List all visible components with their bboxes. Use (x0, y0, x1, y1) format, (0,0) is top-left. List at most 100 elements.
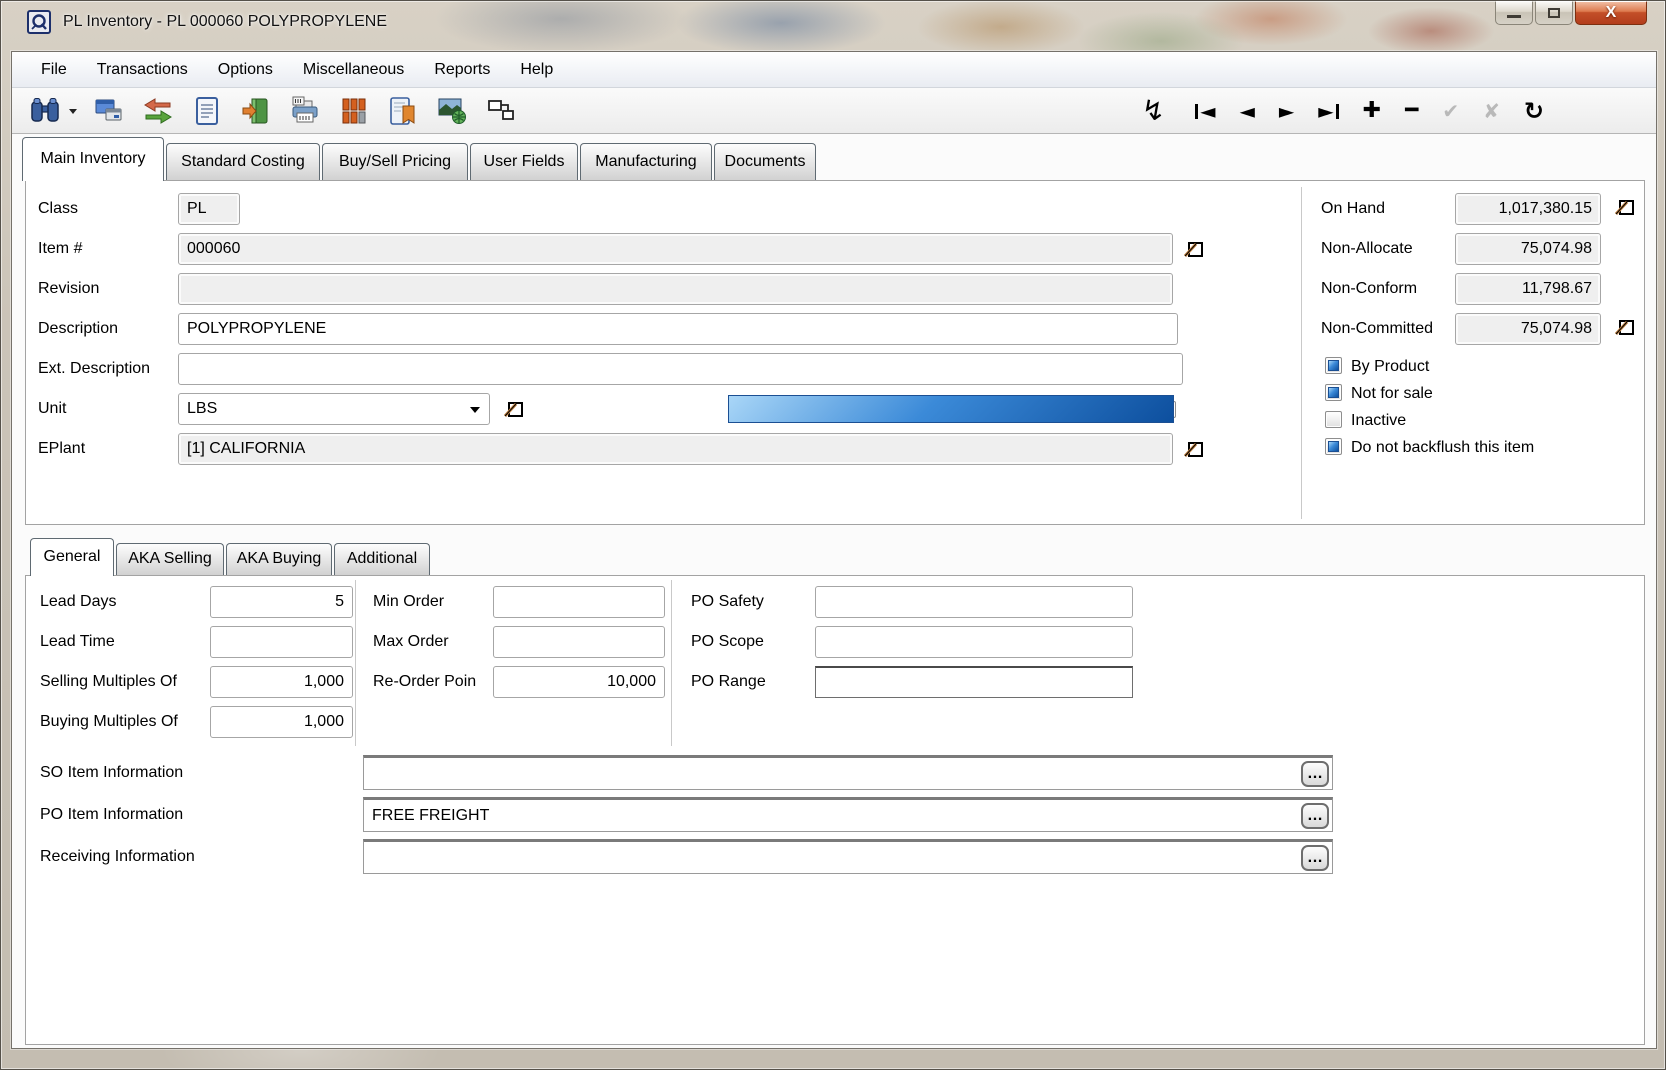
menu-transactions[interactable]: Transactions (82, 52, 203, 87)
insert-record-button[interactable]: ✚ (1363, 100, 1381, 122)
tab-manufacturing[interactable]: Manufacturing (580, 143, 712, 181)
web-image-icon[interactable] (435, 94, 469, 128)
eplant-field[interactable]: [1] CALIFORNIA (178, 433, 1173, 465)
nav-next-button[interactable]: ► (1279, 101, 1294, 121)
inactive-checkbox[interactable] (1325, 411, 1342, 428)
unit-label: Unit (38, 393, 66, 425)
main-inventory-panel: Class PL Item # 000060 Revision Descript… (25, 180, 1645, 525)
forms-window-icon[interactable] (92, 94, 126, 128)
not-for-sale-checkbox[interactable] (1325, 384, 1342, 401)
po-item-info-ellipsis-button[interactable]: … (1301, 803, 1329, 829)
nav-first-button[interactable]: ◄ (1195, 101, 1215, 121)
buying-multiples-label: Buying Multiples Of (40, 706, 178, 738)
class-field[interactable]: PL (178, 193, 240, 225)
not-for-sale-label: Not for sale (1351, 384, 1433, 403)
menu-options[interactable]: Options (203, 52, 288, 87)
eplant-note-icon[interactable] (1183, 437, 1205, 459)
tab-documents[interactable]: Documents (714, 143, 816, 181)
po-safety-field[interactable] (815, 586, 1133, 618)
post-edit-button[interactable]: ✔ (1442, 101, 1459, 121)
class-label: Class (38, 193, 78, 225)
po-item-info-field[interactable]: FREE FREIGHT … (363, 797, 1333, 832)
toolbar-nav-group: ↯ ◄ ◄ ► ► ✚ ━ ✔ ✘ ↻ (1142, 88, 1544, 134)
unit-note-icon[interactable] (503, 397, 525, 419)
goto-book-icon[interactable] (239, 94, 273, 128)
do-not-backflush-checkbox[interactable] (1325, 438, 1342, 455)
tab-main-inventory[interactable]: Main Inventory (22, 137, 164, 181)
search-dropdown-arrow[interactable] (69, 109, 77, 114)
lead-days-field[interactable]: 5 (210, 586, 353, 618)
so-item-info-label: SO Item Information (40, 755, 183, 787)
print-labels-icon[interactable] (288, 94, 322, 128)
search-binoculars-icon[interactable] (28, 94, 62, 128)
unit-value: LBS (187, 400, 217, 417)
description-field[interactable]: POLYPROPYLENE (178, 313, 1178, 345)
nav-prev-button[interactable]: ◄ (1240, 101, 1255, 121)
receiving-info-field[interactable]: … (363, 839, 1333, 874)
app-logo-icon (27, 10, 51, 34)
uom-mrp-group: Use This UOM for MRP (726, 393, 1176, 425)
tab-user-fields[interactable]: User Fields (470, 143, 578, 181)
non-committed-label: Non-Committed (1321, 313, 1433, 345)
app-window: PL Inventory - PL 000060 POLYPROPYLENE X… (0, 0, 1666, 1070)
restore-button[interactable] (1535, 1, 1573, 25)
item-note-icon[interactable] (1183, 237, 1205, 259)
lead-time-field[interactable] (210, 626, 353, 658)
window-controls: X (1493, 1, 1647, 25)
po-scope-field[interactable] (815, 626, 1133, 658)
selling-multiples-field[interactable]: 1,000 (210, 666, 353, 698)
so-item-info-ellipsis-button[interactable]: … (1301, 761, 1329, 787)
delete-record-button[interactable]: ━ (1405, 100, 1418, 122)
unit-combo[interactable]: LBS (178, 393, 490, 425)
menubar: File Transactions Options Miscellaneous … (12, 52, 1656, 88)
tab-buy-sell-pricing[interactable]: Buy/Sell Pricing (322, 143, 468, 181)
color-grid-icon[interactable] (337, 94, 371, 128)
by-product-checkbox[interactable] (1325, 357, 1342, 374)
transfer-arrows-icon[interactable] (141, 94, 175, 128)
refresh-button[interactable]: ↻ (1524, 99, 1544, 123)
max-order-field[interactable] (493, 626, 665, 658)
titlebar[interactable]: PL Inventory - PL 000060 POLYPROPYLENE X (1, 1, 1665, 43)
eplant-label: EPlant (38, 433, 85, 465)
minimize-icon (1507, 15, 1521, 18)
min-order-field[interactable] (493, 586, 665, 618)
notes-document-icon[interactable] (190, 94, 224, 128)
by-product-label: By Product (1351, 357, 1429, 376)
menu-miscellaneous[interactable]: Miscellaneous (288, 52, 419, 87)
non-conform-label: Non-Conform (1321, 273, 1417, 305)
reorder-point-field[interactable]: 10,000 (493, 666, 665, 698)
tab-standard-costing[interactable]: Standard Costing (166, 143, 320, 181)
receiving-info-ellipsis-button[interactable]: … (1301, 845, 1329, 871)
non-conform-value: 11,798.67 (1455, 273, 1601, 305)
non-committed-value: 75,074.98 (1455, 313, 1601, 345)
subtab-aka-selling[interactable]: AKA Selling (116, 543, 224, 576)
revision-field[interactable] (178, 273, 1173, 305)
menu-file[interactable]: File (26, 52, 82, 87)
po-range-field[interactable] (815, 666, 1133, 698)
non-committed-note-icon[interactable] (1614, 315, 1636, 337)
pointer-icon[interactable]: ↯ (1142, 97, 1165, 125)
po-safety-label: PO Safety (691, 586, 764, 618)
menu-reports[interactable]: Reports (419, 52, 505, 87)
uom-mrp-checkbox[interactable] (1159, 401, 1176, 418)
cancel-edit-button[interactable]: ✘ (1483, 101, 1500, 121)
general-panel: Lead Days 5 Lead Time Selling Multiples … (25, 575, 1645, 1045)
on-hand-note-icon[interactable] (1614, 195, 1636, 217)
close-button[interactable]: X (1575, 1, 1647, 25)
report-book-icon[interactable] (386, 94, 420, 128)
receiving-info-label: Receiving Information (40, 839, 195, 871)
subtab-aka-buying[interactable]: AKA Buying (226, 543, 332, 576)
nav-last-button[interactable]: ► (1318, 101, 1338, 121)
column-separator-1 (355, 580, 356, 746)
so-item-info-field[interactable]: … (363, 755, 1333, 790)
menu-help[interactable]: Help (505, 52, 568, 87)
subtab-additional[interactable]: Additional (334, 543, 430, 576)
ext-description-field[interactable] (178, 353, 1183, 385)
subtab-general[interactable]: General (30, 538, 114, 576)
linked-windows-icon[interactable] (484, 94, 518, 128)
minimize-button[interactable] (1495, 1, 1533, 25)
item-number-field[interactable]: 000060 (178, 233, 1173, 265)
min-order-label: Min Order (373, 586, 444, 618)
buying-multiples-field[interactable]: 1,000 (210, 706, 353, 738)
po-scope-label: PO Scope (691, 626, 764, 658)
